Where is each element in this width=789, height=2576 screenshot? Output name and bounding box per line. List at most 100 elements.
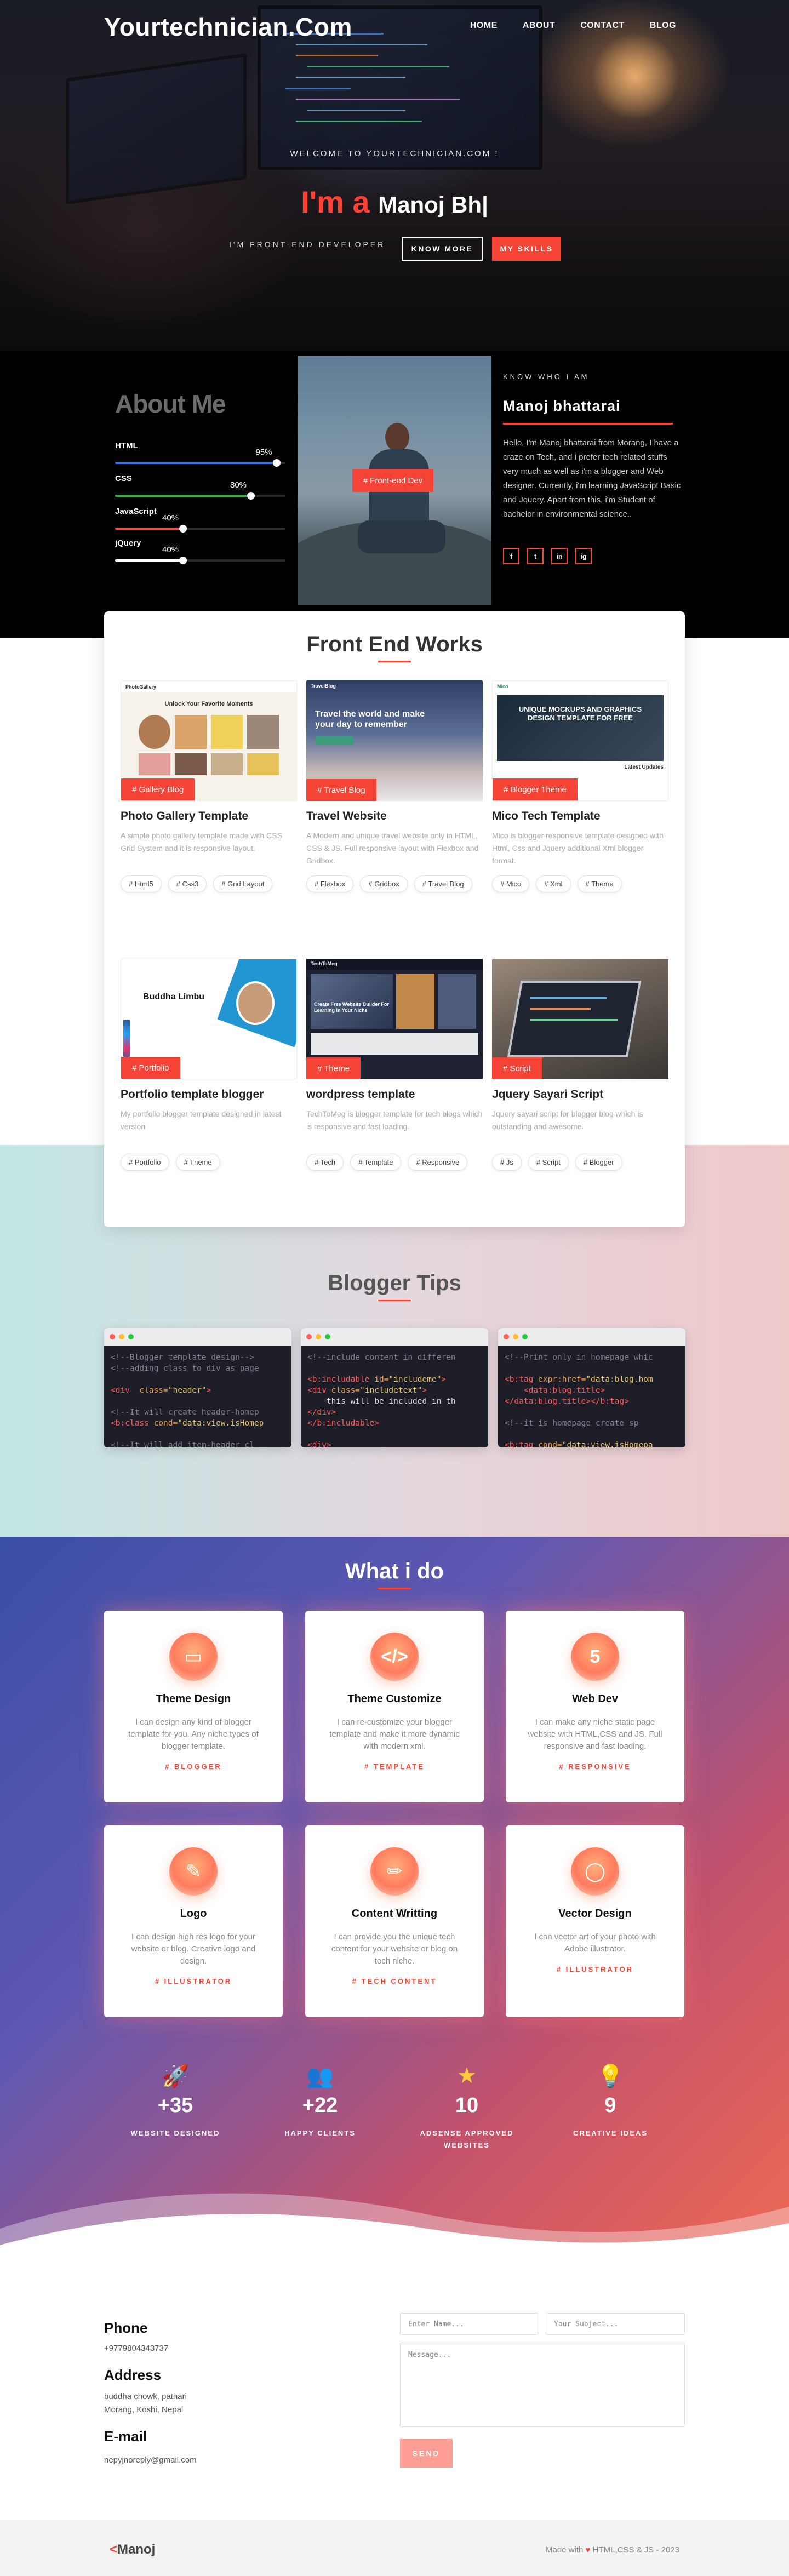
skill-knob[interactable] [272,459,281,467]
work-title[interactable]: Jquery Sayari Script [492,1088,668,1101]
work-chip[interactable]: # Theme [175,1154,220,1171]
instagram-icon[interactable]: ig [575,548,592,564]
subject-input[interactable]: Your Subject... [546,2313,685,2335]
send-button[interactable]: SEND [400,2439,453,2468]
my-skills-button[interactable]: MY SKILLS [492,237,561,261]
work-title[interactable]: wordpress template [306,1088,483,1101]
work-chip[interactable]: # Travel Blog [414,875,472,892]
service-card[interactable]: ▭ Theme Design I can design any kind of bl… [104,1611,283,1802]
code-token: </b:tag> [591,1397,629,1406]
service-card[interactable]: ◯ Vector Design I can vector art of your p… [506,1825,684,2017]
work-chip[interactable]: # Template [350,1154,402,1171]
work-title[interactable]: Portfolio template blogger [121,1088,297,1101]
nav-blog[interactable]: BLOG [650,21,676,31]
work-chips: # Tech # Template # Responsive [306,1154,483,1171]
maximize-dot-icon [128,1334,134,1339]
work-chip[interactable]: # Html5 [121,875,162,892]
code-token: "data:view.isHomep [178,1419,264,1428]
stat-value: +35 [157,2094,193,2117]
code-token: <!--Print only in homepage whic [505,1353,653,1362]
name-input[interactable]: Enter Name... [400,2313,538,2335]
skill-knob[interactable] [179,525,187,533]
code-block: <!--Blogger template design--> <!--addin… [104,1346,291,1447]
code-token: id= [369,1375,389,1384]
hero-code-line [296,77,405,78]
work-card[interactable]: TravelBlog Travel the world and make you… [306,680,483,892]
works-title: Front End Works [306,632,483,656]
work-chip[interactable]: # Script [528,1154,569,1171]
code-token: <div [307,1386,327,1395]
know-more-button[interactable]: KNOW MORE [402,237,483,261]
service-card[interactable]: ✏ Content Writting I can provide you the u… [305,1825,484,2017]
work-chip[interactable]: # Portfolio [121,1154,169,1171]
close-dot-icon [504,1334,509,1339]
html5-icon: 5 [571,1633,619,1681]
footer-credit: Made with ♥ HTML,CSS & JS - 2023 [546,2545,679,2555]
work-chip[interactable]: # Css3 [168,875,207,892]
work-chip[interactable]: # Blogger [575,1154,622,1171]
work-tag: # Script [492,1057,542,1079]
email-value[interactable]: nepyjnoreply@gmail.com [104,2453,197,2468]
code-token: </data:blog.title> [505,1397,591,1406]
work-card[interactable]: # Script Jquery Sayari Script Jquery say… [492,959,668,1171]
work-chip[interactable]: # Js [492,1154,522,1171]
work-thumb-portfolio: Buddha Limbu # Portfolio [121,959,297,1079]
phone-value[interactable]: +9779804343737 [104,2342,168,2356]
nav-about[interactable]: ABOUT [523,21,555,31]
work-title[interactable]: Travel Website [306,810,483,823]
service-title: Content Writting [351,1908,438,1920]
nav-home[interactable]: HOME [470,21,498,31]
code-token: <!--include content in differen [307,1353,456,1362]
work-chip[interactable]: # Responsive [408,1154,468,1171]
service-desc: I can re-customize your blogger template… [329,1718,460,1751]
service-desc: I can provide you the unique tech conten… [331,1932,458,1966]
footer-logo[interactable]: <Manoj [110,2542,155,2557]
work-title[interactable]: Photo Gallery Template [121,810,297,823]
work-chip[interactable]: # Mico [492,875,530,892]
work-chip[interactable]: # Flexbox [306,875,354,892]
work-card[interactable]: TechToMeg Create Free Website Builder Fo… [306,959,483,1171]
message-textarea[interactable]: Message... [400,2343,685,2427]
works-panel: Front End Works PhotoGallery Unlock Your… [104,611,685,1227]
portrait-person-head [385,423,409,451]
work-thumb-travel: TravelBlog Travel the world and make you… [306,680,483,801]
thumb-brand: PhotoGallery [121,681,296,693]
nav-contact[interactable]: CONTACT [580,21,625,31]
code-token: cond= [533,1441,562,1447]
work-card[interactable]: Mico UNIQUE MOCKUPS AND GRAPHICS DESIGN … [492,680,668,892]
service-card[interactable]: </> Theme Customize I can re-customize you… [305,1611,484,1802]
work-chip[interactable]: # Grid Layout [213,875,273,892]
stat-value: 9 [604,2094,616,2117]
service-card[interactable]: 5 Web Dev I can make any niche static page… [506,1611,684,1802]
main-nav: HOME ABOUT CONTACT BLOG [470,21,676,31]
skill-fill [115,462,277,464]
work-chip[interactable]: # Theme [577,875,622,892]
service-card[interactable]: ✎ Logo I can design high res logo for your… [104,1825,283,2017]
terminal-titlebar [498,1328,685,1346]
service-label: # TEMPLATE [364,1762,425,1771]
skill-fill [115,559,183,562]
linkedin-icon[interactable]: in [551,548,568,564]
facebook-icon[interactable]: f [503,548,519,564]
footer-logo-mark: < [110,2542,118,2557]
address-label: Address [104,2367,162,2383]
skill-knob[interactable] [179,557,187,564]
service-glyph: </> [381,1646,408,1667]
site-logo[interactable]: Yourtechnician.Com [104,12,352,42]
work-chip[interactable]: # Gridbox [360,875,408,892]
twitter-icon[interactable]: t [527,548,544,564]
service-glyph: ▭ [184,1646,203,1667]
service-glyph: ✎ [185,1861,202,1882]
work-title[interactable]: Mico Tech Template [492,810,668,823]
hero-lamp-glow [592,33,679,121]
work-card[interactable]: PhotoGallery Unlock Your Favorite Moment… [121,680,297,892]
skill-knob[interactable] [247,492,255,500]
work-chip[interactable]: # Xml [536,875,571,892]
users-icon: 👥 [306,2064,334,2088]
service-label: # RESPONSIVE [559,1762,631,1771]
work-chip[interactable]: # Tech [306,1154,344,1171]
code-token: <div [111,1386,130,1395]
work-card[interactable]: Buddha Limbu # Portfolio Portfolio templ… [121,959,297,1171]
hero-code-line [296,55,378,56]
feather-icon: ✎ [169,1847,218,1896]
